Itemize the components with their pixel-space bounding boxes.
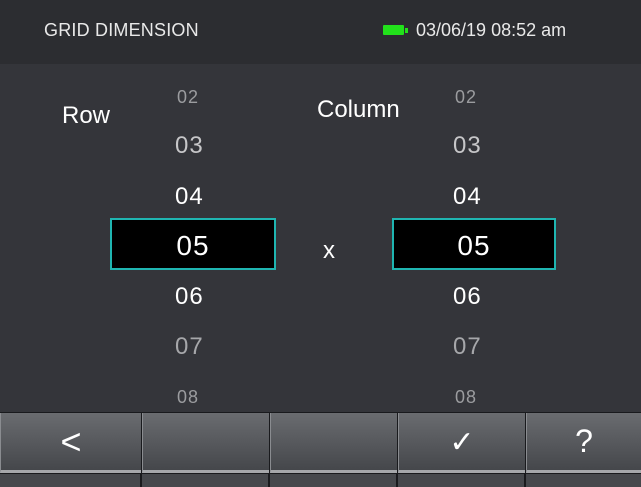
column-value-08[interactable]: 08 <box>455 387 477 408</box>
column-value-04[interactable]: 04 <box>453 183 482 211</box>
battery-tip-icon <box>405 28 408 33</box>
softkey-2-base <box>142 474 268 487</box>
column-value-07[interactable]: 07 <box>453 333 482 361</box>
row-value-02[interactable]: 02 <box>177 87 199 108</box>
softkey-4-base <box>398 474 524 487</box>
row-label: Row <box>62 102 111 129</box>
date-time: 03/06/19 08:52 am <box>416 20 567 40</box>
softkey-5-base <box>526 474 641 487</box>
column-selected-value: 05 <box>457 230 491 261</box>
column-value-03[interactable]: 03 <box>453 132 482 160</box>
times-symbol: x <box>323 237 335 264</box>
row-value-08[interactable]: 08 <box>177 387 199 408</box>
column-selector[interactable]: 05 <box>392 218 556 270</box>
page-title: GRID DIMENSION <box>44 20 199 40</box>
row-selector[interactable]: 05 <box>110 218 276 270</box>
row-value-07[interactable]: 07 <box>175 333 204 361</box>
softkey-3-button[interactable] <box>270 413 397 473</box>
checkmark-icon: ✓ <box>449 426 475 459</box>
column-value-02[interactable]: 02 <box>455 87 477 108</box>
help-button[interactable]: ? <box>526 413 641 473</box>
column-label: Column <box>317 96 400 123</box>
row-value-04[interactable]: 04 <box>175 183 204 211</box>
grid-dimension-screen: GRID DIMENSION 03/06/19 08:52 am Row 02 … <box>0 0 641 487</box>
row-value-06[interactable]: 06 <box>175 283 204 311</box>
back-button[interactable]: < <box>0 413 141 473</box>
help-icon: ? <box>575 423 593 459</box>
column-value-06[interactable]: 06 <box>453 283 482 311</box>
softkey-2-button[interactable] <box>142 413 269 473</box>
row-selected-value: 05 <box>176 230 210 261</box>
chevron-left-icon: < <box>60 421 82 462</box>
softkey-bar: < ✓ ? <box>0 412 641 487</box>
row-value-03[interactable]: 03 <box>175 132 204 160</box>
softkey-3-base <box>270 474 396 487</box>
confirm-button[interactable]: ✓ <box>398 413 525 473</box>
battery-icon <box>383 25 404 35</box>
status-bar: GRID DIMENSION 03/06/19 08:52 am <box>0 0 641 64</box>
softkey-1-base <box>0 474 140 487</box>
